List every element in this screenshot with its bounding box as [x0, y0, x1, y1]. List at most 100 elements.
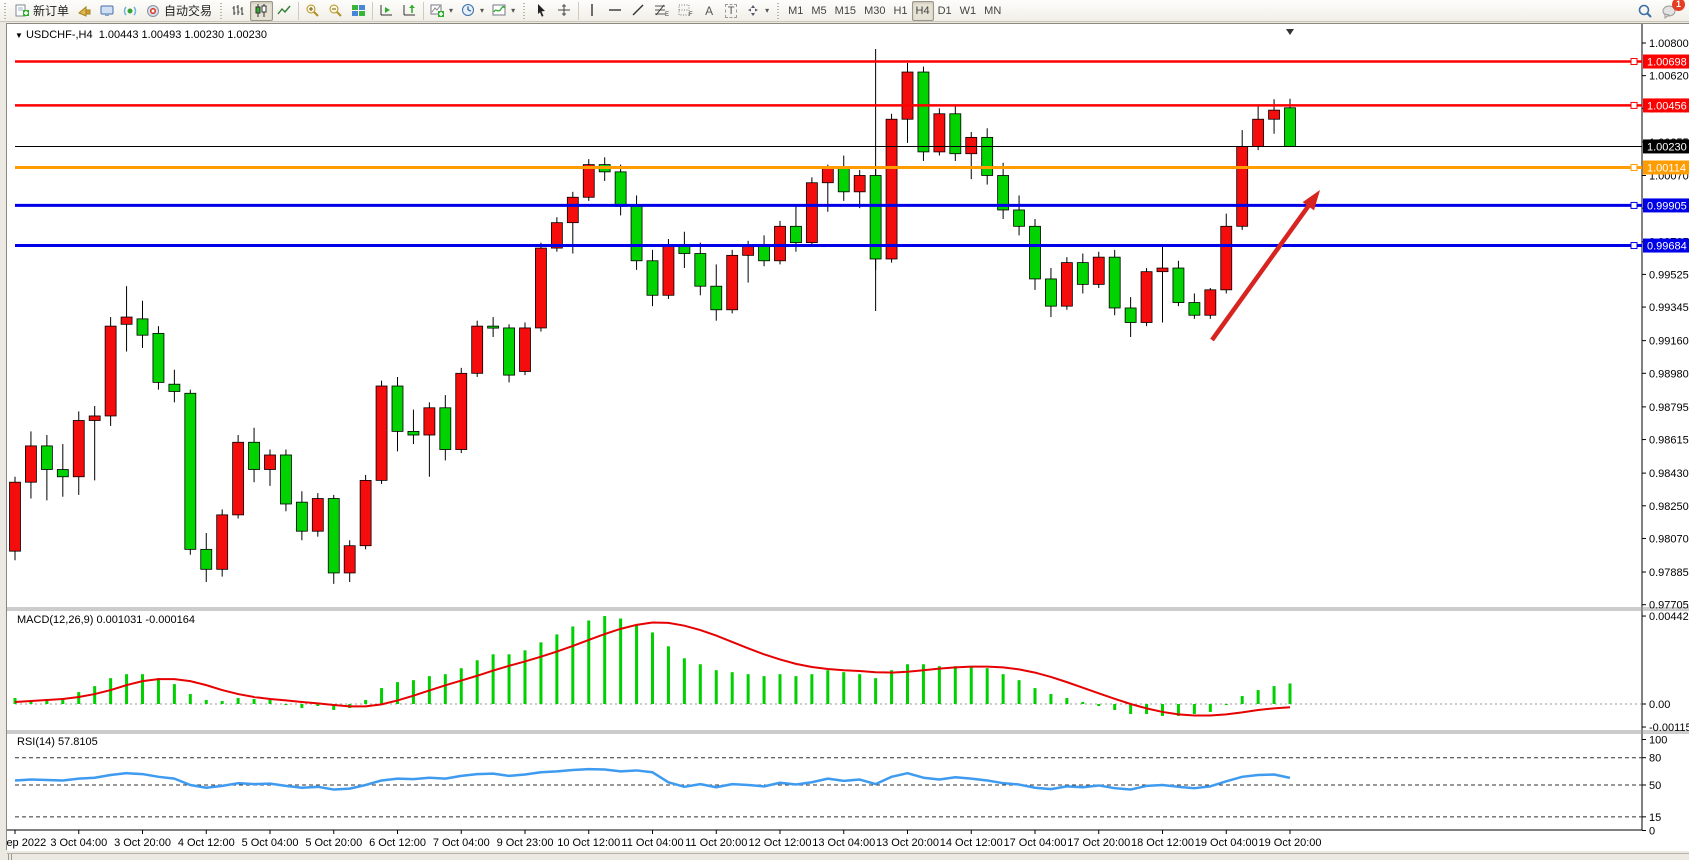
notification-count-badge: 1 — [1672, 0, 1685, 11]
candle-body — [41, 446, 52, 470]
svg-text:5 Oct 04:00: 5 Oct 04:00 — [242, 837, 299, 849]
candle-body — [918, 72, 929, 152]
window-resize-grip[interactable] — [8, 854, 14, 860]
cursor-tool-button[interactable] — [530, 1, 553, 21]
svg-text:17 Oct 20:00: 17 Oct 20:00 — [1067, 837, 1130, 849]
toolbar-grip[interactable] — [522, 3, 527, 19]
megaphone-button[interactable] — [73, 1, 96, 21]
new-order-label: 新订单 — [33, 2, 69, 19]
trendline-tool-button[interactable] — [627, 1, 650, 21]
candle-body — [1253, 119, 1264, 146]
svg-text:0.98615: 0.98615 — [1649, 435, 1689, 447]
grid-tool-button[interactable]: F — [674, 1, 698, 21]
svg-text:9 Oct 23:00: 9 Oct 23:00 — [497, 837, 554, 849]
candle-body — [838, 168, 849, 192]
timeframe-button-d1[interactable]: D1 — [934, 1, 956, 21]
candle-body — [296, 502, 307, 531]
timeframe-button-h1[interactable]: H1 — [889, 1, 911, 21]
timeframe-button-m1[interactable]: M1 — [784, 1, 807, 21]
tile-windows-button[interactable] — [347, 1, 370, 21]
horizontal-line-tool-button[interactable] — [604, 1, 627, 21]
toolbar-grip[interactable] — [3, 3, 8, 19]
label-tool-button[interactable]: T — [720, 1, 742, 21]
svg-text:12 Oct 12:00: 12 Oct 12:00 — [749, 837, 812, 849]
fibonacci-tool-button[interactable]: E — [650, 1, 674, 21]
indicators-button[interactable]: ▾ — [488, 1, 519, 21]
timeframe-button-w1[interactable]: W1 — [956, 1, 981, 21]
candle-body — [1157, 268, 1168, 272]
svg-text:1.00620: 1.00620 — [1649, 71, 1689, 83]
candle-body — [440, 408, 451, 450]
candle-body — [456, 373, 467, 449]
candle-body — [966, 137, 977, 153]
price-chart-svg[interactable]: 1.008001.006201.004401.002551.000700.998… — [7, 24, 1689, 851]
megaphone-icon — [77, 3, 92, 18]
vertical-line-tool-button[interactable] — [581, 1, 604, 21]
periods-button[interactable]: ▾ — [457, 1, 488, 21]
chart-plot-area[interactable]: 1.008001.006201.004401.002551.000700.998… — [6, 23, 1689, 850]
candle-body — [583, 165, 594, 198]
level-handle — [1631, 202, 1637, 208]
svg-text:11 Oct 20:00: 11 Oct 20:00 — [685, 837, 747, 849]
autotrading-label: 自动交易 — [164, 2, 212, 19]
candle-body — [695, 254, 706, 287]
autotrading-icon — [146, 3, 161, 18]
candle-body — [472, 326, 483, 373]
new-chart-button[interactable]: ▾ — [426, 1, 457, 21]
svg-text:13 Oct 04:00: 13 Oct 04:00 — [812, 837, 875, 849]
horizontal-scroll-area[interactable] — [7, 853, 1689, 860]
candle-body — [137, 319, 148, 335]
signal-button[interactable] — [119, 1, 142, 21]
level-handle — [1631, 59, 1637, 65]
terminal-button[interactable] — [96, 1, 119, 21]
svg-text:0.98430: 0.98430 — [1649, 468, 1689, 480]
timeframe-group: M1M5M15M30H1H4D1W1MN — [784, 1, 1005, 21]
timeframe-button-m30[interactable]: M30 — [860, 1, 889, 21]
candle-body — [1237, 146, 1248, 226]
toolbar-grip[interactable] — [776, 3, 781, 19]
timeframe-button-h4[interactable]: H4 — [912, 1, 934, 21]
timeframe-button-mn[interactable]: MN — [980, 1, 1005, 21]
candle-body — [1285, 108, 1296, 147]
toolbar-grip[interactable] — [219, 3, 224, 19]
candle-body — [376, 386, 387, 480]
notifications-button[interactable]: 1 — [1657, 1, 1681, 21]
auto-scroll-button[interactable] — [375, 1, 398, 21]
candle-body — [360, 480, 371, 545]
trendline-icon — [631, 3, 646, 18]
candle-body — [265, 455, 276, 470]
chart-shift-button[interactable] — [398, 1, 421, 21]
dropdown-caret: ▾ — [765, 6, 769, 15]
candle-body — [392, 386, 403, 431]
crosshair-tool-button[interactable] — [553, 1, 576, 21]
timeframe-button-m5[interactable]: M5 — [807, 1, 830, 21]
new-order-button[interactable]: 新订单 — [11, 1, 73, 21]
candle-body — [185, 393, 196, 549]
candlestick-chart-icon — [254, 3, 269, 18]
timeframe-button-m15[interactable]: M15 — [831, 1, 860, 21]
bar-chart-icon — [231, 3, 246, 18]
arrows-tool-button[interactable]: ▾ — [742, 1, 773, 21]
candle-body — [1045, 279, 1056, 306]
bar-chart-button[interactable] — [227, 1, 250, 21]
svg-text:14 Oct 12:00: 14 Oct 12:00 — [940, 837, 1003, 849]
autotrading-button[interactable]: 自动交易 — [142, 1, 216, 21]
zoom-in-button[interactable] — [301, 1, 324, 21]
zoom-out-button[interactable] — [324, 1, 347, 21]
svg-text:30 Sep 2022: 30 Sep 2022 — [7, 837, 46, 849]
svg-text:F: F — [689, 12, 693, 18]
candle-body — [408, 431, 419, 435]
candle-body — [280, 455, 291, 504]
text-tool-button[interactable]: A — [698, 1, 720, 21]
dropdown-caret: ▾ — [449, 6, 453, 15]
search-button[interactable] — [1633, 1, 1657, 21]
line-chart-button[interactable] — [273, 1, 296, 21]
candle-body — [535, 248, 546, 328]
cursor-icon — [534, 3, 549, 18]
chart-shift-icon — [402, 3, 417, 18]
candle-body — [1205, 290, 1216, 315]
main-toolbar: 新订单 自动交易 ▾ ▾ ▾ E F A T — [0, 0, 1689, 22]
svg-text:6 Oct 12:00: 6 Oct 12:00 — [369, 837, 426, 849]
dropdown-caret: ▾ — [511, 6, 515, 15]
candlestick-chart-button[interactable] — [250, 1, 273, 21]
